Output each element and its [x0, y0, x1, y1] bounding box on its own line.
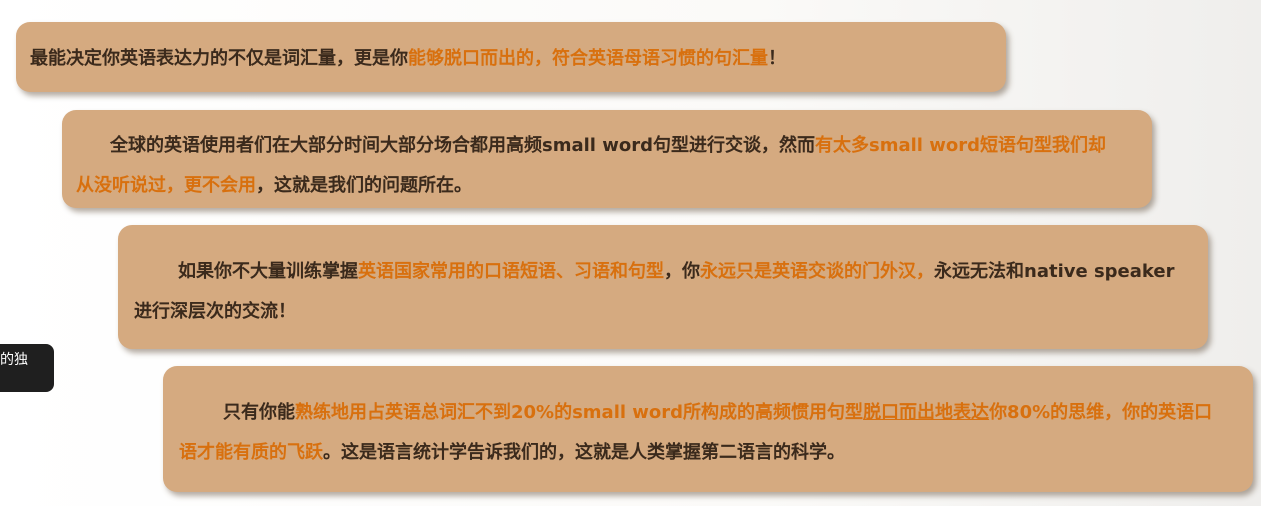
text-segment: 。这是语言统计学告诉我们的，这就是人类掌握第二语言的科学。	[323, 442, 845, 463]
text-segment: 最能决定你英语表达力的不仅是词汇量，更是你	[30, 48, 408, 69]
callout-box-2: 全球的英语使用者们在大部分时间大部分场合都用高频small word句型进行交谈…	[62, 110, 1152, 208]
tooltip-text: 的独	[0, 352, 28, 368]
text-segment: ，你	[664, 261, 700, 282]
callout-box-1: 最能决定你英语表达力的不仅是词汇量，更是你能够脱口而出的，符合英语母语习惯的句汇…	[16, 22, 1006, 92]
highlight-segment: 能够脱口而出的，符合英语母语习惯的句汇量	[408, 48, 768, 69]
callout-box-3: 如果你不大量训练掌握英语国家常用的口语短语、习语和句型，你永远只是英语交谈的门外…	[118, 225, 1208, 349]
text-segment: 全球的英语使用者们在大部分时间大部分场合都用高频small word句型进行交谈…	[110, 135, 815, 156]
text-segment: ，这就是我们的问题所在。	[256, 175, 472, 196]
highlight-segment: 熟练地用占英语总词汇不到20%的small word所构成的高频惯用句型	[295, 402, 864, 423]
underlined-highlight-segment: 脱口而出地表达	[863, 402, 990, 423]
highlight-segment: 英语国家常用的口语短语、习语和句型	[358, 261, 664, 282]
text-segment: 如果你不大量训练掌握	[178, 261, 358, 282]
highlight-segment: 永远只是英语交谈的门外汉，	[700, 261, 934, 282]
text-segment: ！	[768, 48, 786, 69]
tooltip: 的独	[0, 344, 54, 392]
callout-box-4: 只有你能熟练地用占英语总词汇不到20%的small word所构成的高频惯用句型…	[163, 366, 1253, 492]
text-segment: 只有你能	[223, 402, 295, 423]
